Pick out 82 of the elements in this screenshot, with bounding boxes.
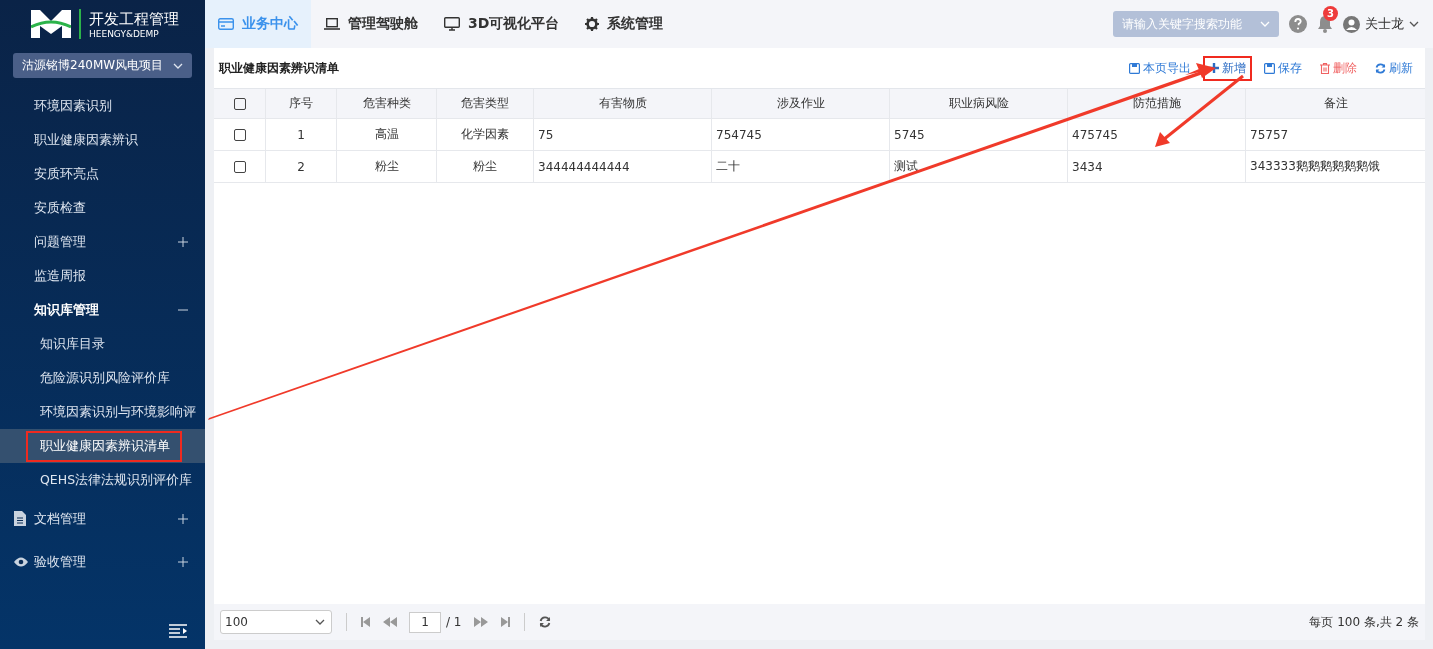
monitor-icon (444, 17, 460, 31)
refresh-icon (1375, 62, 1386, 74)
column-header[interactable]: 序号 (289, 95, 313, 112)
table-cell: 二十 (716, 158, 740, 175)
sidebar-item[interactable]: 问题管理 (0, 225, 205, 259)
toolbar-button[interactable]: 保存 (1258, 55, 1308, 81)
eye-icon (14, 556, 28, 567)
sidebar-subitem[interactable]: 危险源识别风险评价库 (26, 362, 174, 394)
laptop-icon (324, 18, 340, 30)
row-checkbox[interactable] (233, 128, 246, 141)
column-header[interactable]: 备注 (1323, 95, 1348, 112)
nav-tab[interactable]: 管理驾驶舱 (311, 0, 431, 48)
page-input[interactable]: 1 (409, 611, 441, 633)
document-icon (14, 511, 26, 526)
table-cell: 343333鹅鹅鹅鹅鹅鹅饿 (1250, 158, 1380, 175)
first-page-icon[interactable] (361, 617, 371, 627)
column-header[interactable]: 防范措施 (1132, 95, 1181, 112)
page-total: / 1 (446, 615, 462, 629)
expand-icon (178, 513, 188, 524)
app-title: 开发工程管理 (89, 9, 179, 29)
sidebar-item[interactable]: 验收管理 (0, 540, 205, 583)
chevron-down-icon (1260, 21, 1270, 27)
column-header[interactable]: 危害种类 (362, 95, 411, 112)
menu-collapse-icon[interactable] (169, 624, 187, 638)
nav-tab[interactable]: 3D可视化平台 (431, 0, 573, 48)
table-cell: 75757 (1250, 127, 1289, 142)
chevron-down-icon (315, 619, 325, 625)
sidebar-subitem[interactable]: 环境因素识别与环境影响评 (26, 396, 200, 428)
next-page-icon[interactable] (473, 617, 488, 627)
notification-badge: 3 (1323, 6, 1338, 21)
sidebar-subitem[interactable]: 职业健康因素辨识清单 (26, 430, 182, 462)
project-select[interactable]: 沽源铭博240MW风电项目 (13, 53, 192, 78)
search-field[interactable]: 请输入关键字搜索功能 (1113, 11, 1279, 37)
logo-icon (31, 8, 71, 40)
sidebar-item[interactable]: 职业健康因素辨识 (0, 123, 205, 157)
table-cell: 754745 (716, 127, 762, 142)
table-cell: 75 (538, 127, 554, 142)
column-header[interactable]: 有害物质 (598, 95, 647, 112)
table-cell: 粉尘 (473, 158, 497, 175)
trash-icon (1320, 62, 1330, 74)
sidebar-item[interactable]: 安质检查 (0, 191, 205, 225)
table-cell: 344444444444 (538, 159, 630, 174)
card-icon (218, 18, 234, 30)
sidebar-subitem[interactable]: QEHS法律法规识别评价库 (26, 464, 197, 496)
chevron-down-icon (173, 62, 183, 69)
table-cell: 475745 (1072, 127, 1118, 142)
toolbar-button[interactable]: 本页导出 (1123, 55, 1197, 81)
table-cell: 1 (297, 127, 305, 142)
settings-icon (585, 17, 600, 31)
sidebar-item[interactable]: 安质环亮点 (0, 157, 205, 191)
table-cell: 高温 (374, 126, 399, 143)
table-cell: 测试 (894, 158, 918, 175)
sidebar-item[interactable]: 监造周报 (0, 259, 205, 293)
row-checkbox[interactable] (233, 160, 246, 173)
refresh-icon[interactable] (538, 616, 551, 628)
table-cell: 5745 (894, 127, 925, 142)
page-size-select[interactable]: 100 (220, 610, 332, 634)
table-cell: 2 (297, 159, 305, 174)
sidebar-item[interactable]: 环境因素识别 (0, 89, 205, 123)
table-cell: 3434 (1072, 159, 1103, 174)
expand-icon (178, 556, 188, 567)
sidebar-subitem[interactable]: 知识库目录 (26, 328, 109, 360)
toolbar-button[interactable]: 刷新 (1369, 55, 1419, 81)
table-cell: 粉尘 (374, 158, 399, 175)
pager-summary: 每页 100 条,共 2 条 (1309, 613, 1419, 631)
column-header[interactable]: 危害类型 (461, 95, 509, 112)
select-all-checkbox[interactable] (233, 97, 246, 110)
last-page-icon[interactable] (499, 617, 510, 627)
help-icon[interactable] (1289, 15, 1307, 33)
nav-tab[interactable]: 系统管理 (572, 0, 677, 48)
sidebar-item[interactable]: 文档管理 (0, 497, 205, 540)
user-menu[interactable]: 关士龙 (1343, 15, 1419, 33)
chevron-down-icon (1409, 21, 1419, 27)
column-header[interactable]: 职业病风险 (948, 95, 1009, 112)
panel-title: 职业健康因素辨识清单 (219, 59, 339, 77)
column-header[interactable]: 涉及作业 (776, 95, 825, 112)
previous-page-icon[interactable] (383, 617, 397, 627)
sidebar-item[interactable]: 知识库管理 (0, 293, 205, 327)
expand-icon (178, 237, 188, 247)
user-avatar-icon (1343, 15, 1360, 33)
table-cell: 化学因素 (461, 126, 509, 143)
app-subtitle: HEENGY&DEMP (89, 28, 160, 39)
